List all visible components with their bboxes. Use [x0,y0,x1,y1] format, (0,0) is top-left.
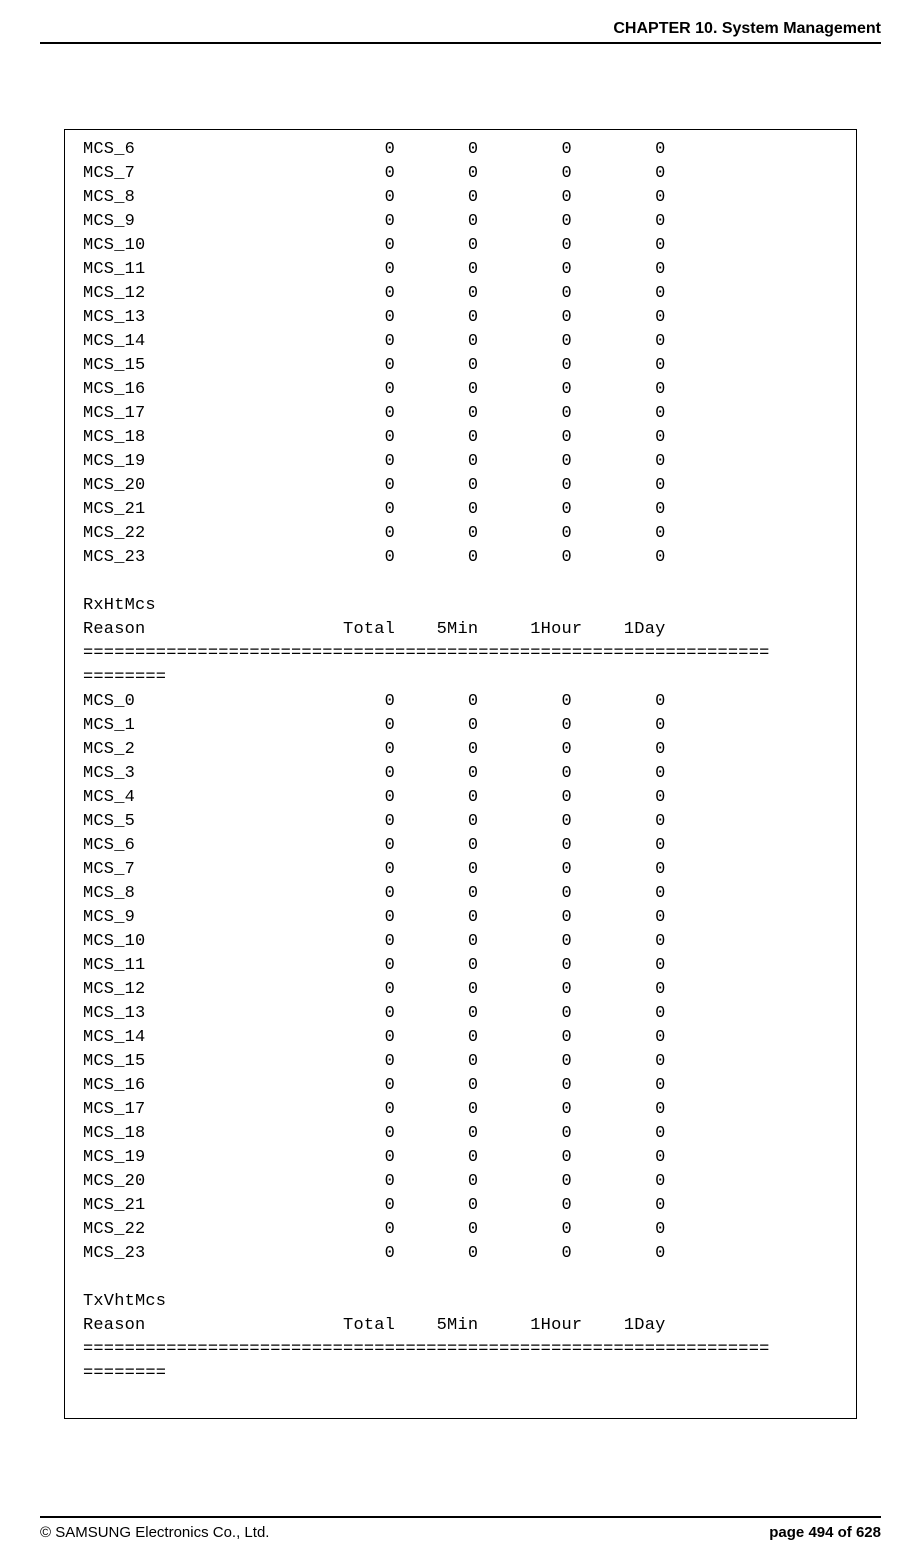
output-line: MCS_11 0 0 0 0 [83,258,838,282]
page-footer: © SAMSUNG Electronics Co., Ltd. page 494… [40,1516,881,1541]
output-line: ======== [83,666,838,690]
document-page: CHAPTER 10. System Management MCS_6 0 0 … [0,0,921,1565]
output-line: MCS_9 0 0 0 0 [83,210,838,234]
output-line: MCS_13 0 0 0 0 [83,306,838,330]
output-line: MCS_16 0 0 0 0 [83,1074,838,1098]
output-line: MCS_12 0 0 0 0 [83,978,838,1002]
output-line: MCS_12 0 0 0 0 [83,282,838,306]
output-line: MCS_15 0 0 0 0 [83,1050,838,1074]
output-line: MCS_5 0 0 0 0 [83,810,838,834]
output-line: MCS_6 0 0 0 0 [83,138,838,162]
output-line: MCS_22 0 0 0 0 [83,1218,838,1242]
chapter-title: CHAPTER 10. System Management [613,20,881,37]
output-line: TxVhtMcs [83,1290,838,1314]
output-line: ========================================… [83,1338,838,1362]
output-line: MCS_6 0 0 0 0 [83,834,838,858]
output-line: MCS_8 0 0 0 0 [83,882,838,906]
output-line: MCS_23 0 0 0 0 [83,546,838,570]
output-line: Reason Total 5Min 1Hour 1Day [83,1314,838,1338]
output-line [83,570,838,594]
output-line: MCS_14 0 0 0 0 [83,330,838,354]
output-line: MCS_10 0 0 0 0 [83,930,838,954]
output-line: MCS_3 0 0 0 0 [83,762,838,786]
output-line: RxHtMcs [83,594,838,618]
output-line: MCS_7 0 0 0 0 [83,162,838,186]
output-line: MCS_17 0 0 0 0 [83,1098,838,1122]
output-line: MCS_4 0 0 0 0 [83,786,838,810]
output-line: MCS_23 0 0 0 0 [83,1242,838,1266]
output-line: MCS_15 0 0 0 0 [83,354,838,378]
output-line: MCS_9 0 0 0 0 [83,906,838,930]
output-line: MCS_7 0 0 0 0 [83,858,838,882]
output-line: MCS_20 0 0 0 0 [83,474,838,498]
output-line: MCS_22 0 0 0 0 [83,522,838,546]
output-line: Reason Total 5Min 1Hour 1Day [83,618,838,642]
output-line: MCS_1 0 0 0 0 [83,714,838,738]
output-line: ========================================… [83,642,838,666]
copyright-text: © SAMSUNG Electronics Co., Ltd. [40,1524,269,1541]
output-line: MCS_2 0 0 0 0 [83,738,838,762]
output-line: MCS_13 0 0 0 0 [83,1002,838,1026]
page-header: CHAPTER 10. System Management [40,20,881,44]
output-line [83,1266,838,1290]
page-number: page 494 of 628 [769,1524,881,1541]
output-line: MCS_8 0 0 0 0 [83,186,838,210]
output-line: MCS_16 0 0 0 0 [83,378,838,402]
output-line: MCS_11 0 0 0 0 [83,954,838,978]
output-line: ======== [83,1362,838,1386]
output-line: MCS_21 0 0 0 0 [83,1194,838,1218]
output-line: MCS_10 0 0 0 0 [83,234,838,258]
output-line: MCS_19 0 0 0 0 [83,1146,838,1170]
terminal-output-box: MCS_6 0 0 0 0MCS_7 0 0 0 0MCS_8 0 0 0 0M… [64,129,857,1419]
output-line: MCS_20 0 0 0 0 [83,1170,838,1194]
output-line: MCS_21 0 0 0 0 [83,498,838,522]
output-line: MCS_18 0 0 0 0 [83,1122,838,1146]
output-line: MCS_18 0 0 0 0 [83,426,838,450]
output-line: MCS_14 0 0 0 0 [83,1026,838,1050]
output-line: MCS_17 0 0 0 0 [83,402,838,426]
output-line: MCS_19 0 0 0 0 [83,450,838,474]
output-line: MCS_0 0 0 0 0 [83,690,838,714]
